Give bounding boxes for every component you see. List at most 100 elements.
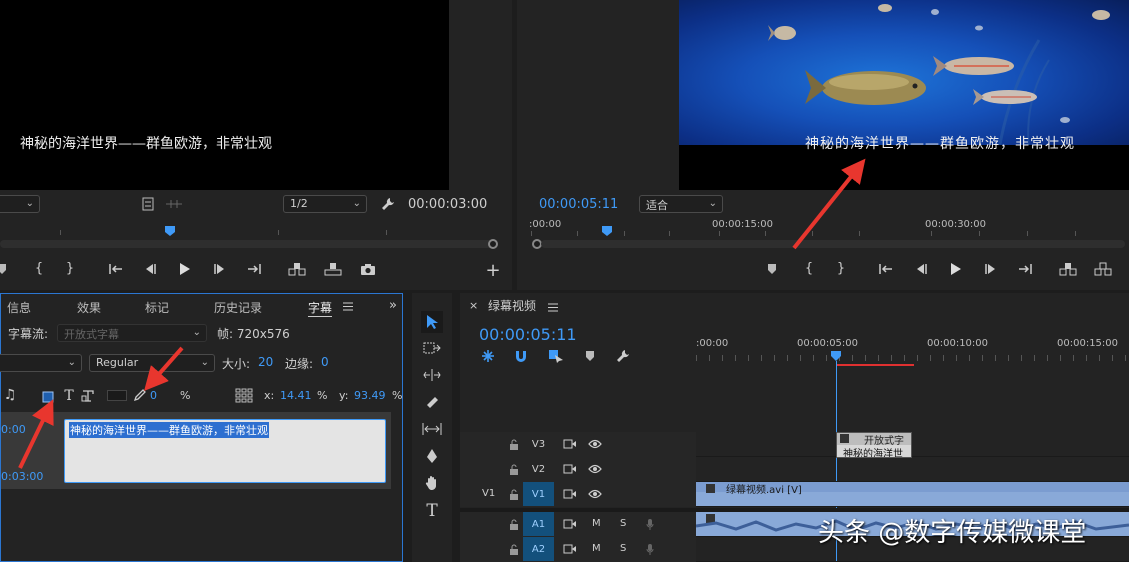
sync-lock-icon[interactable] [562, 518, 576, 530]
play-icon[interactable] [948, 261, 964, 277]
source-playhead-icon[interactable] [163, 224, 177, 238]
razor-tool-icon[interactable] [421, 392, 443, 412]
eye-icon[interactable] [588, 463, 602, 475]
marker-icon[interactable] [0, 262, 8, 276]
program-video-frame[interactable]: 神秘的海洋世界——群鱼欧游，非常壮观 [679, 0, 1129, 190]
tab-history[interactable]: 历史记录 [214, 299, 262, 316]
mark-in-icon[interactable]: { [33, 260, 45, 276]
solo-button[interactable]: S [620, 518, 626, 529]
overwrite-icon[interactable] [323, 261, 343, 277]
lock-icon[interactable] [508, 463, 520, 475]
go-to-in-icon[interactable] [877, 262, 895, 276]
caption-text-editor[interactable]: 神秘的海洋世界——群鱼欧游，非常壮观 [64, 419, 386, 483]
selection-tool-icon[interactable] [421, 311, 443, 333]
hand-tool-icon[interactable] [421, 473, 443, 493]
source-time-ruler[interactable] [0, 224, 500, 240]
caption-clip[interactable]: 开放式字 神秘的海洋世 [836, 432, 912, 458]
step-back-icon[interactable] [913, 262, 929, 276]
slip-tool-icon[interactable] [421, 419, 443, 439]
music-note-icon[interactable]: ♫ [3, 387, 17, 403]
track-label[interactable]: A2 [523, 537, 554, 561]
lift-icon[interactable] [1058, 261, 1078, 277]
sync-lock-icon[interactable] [562, 438, 576, 450]
source-resolution-dropdown[interactable]: 1/2 ⌄ [283, 195, 367, 213]
lock-icon[interactable] [508, 543, 520, 555]
video-clip[interactable]: 绿幕视频.avi [V] [696, 482, 1129, 506]
go-to-in-icon[interactable] [107, 262, 125, 276]
close-sequence-icon[interactable]: × [469, 299, 478, 312]
microphone-icon[interactable] [644, 542, 656, 556]
program-zoom-dropdown[interactable]: 适合 ⌄ [639, 195, 723, 213]
font-family-dropdown[interactable]: ⌄ [0, 354, 82, 372]
wrench-icon[interactable] [380, 196, 396, 212]
caption-list-row[interactable]: 0:00 0:03:00 神秘的海洋世界——群鱼欧游，非常壮观 [1, 412, 391, 489]
linked-selection-icon[interactable] [547, 348, 565, 364]
lock-icon[interactable] [508, 518, 520, 530]
add-marker-icon[interactable] [584, 349, 596, 363]
mark-out-icon[interactable]: } [64, 260, 76, 276]
sync-lock-icon[interactable] [562, 543, 576, 555]
track-label[interactable]: V1 [523, 482, 554, 506]
go-to-out-icon[interactable] [245, 262, 263, 276]
program-playhead-icon[interactable] [600, 224, 614, 238]
panel-menu-icon[interactable] [342, 300, 354, 312]
snap-magnet-icon[interactable] [513, 348, 529, 364]
track-select-tool-icon[interactable] [421, 338, 443, 358]
font-style-dropdown[interactable]: Regular ⌄ [89, 354, 215, 372]
tab-effects[interactable]: 效果 [77, 299, 101, 316]
type-tool-icon[interactable]: T [421, 500, 443, 522]
nest-toggle-icon[interactable] [480, 348, 496, 364]
caption-in-time[interactable]: 0:00 [1, 423, 26, 436]
position-grid-icon[interactable] [234, 387, 254, 405]
microphone-icon[interactable] [644, 517, 656, 531]
eye-icon[interactable] [588, 438, 602, 450]
program-playhead-timecode[interactable]: 00:00:05:11 [539, 197, 618, 212]
text-color-icon[interactable]: T [62, 388, 76, 404]
extract-icon[interactable] [1093, 261, 1113, 277]
step-forward-icon[interactable] [212, 262, 228, 276]
text-edge-icon[interactable] [80, 388, 96, 404]
marker-icon[interactable] [766, 262, 778, 276]
solo-button[interactable]: S [620, 543, 626, 554]
export-frame-icon[interactable] [359, 261, 377, 277]
eye-icon[interactable] [588, 488, 602, 500]
step-back-icon[interactable] [142, 262, 158, 276]
source-patch-label[interactable]: V1 [482, 488, 495, 499]
play-icon[interactable] [177, 261, 193, 277]
lock-icon[interactable] [508, 438, 520, 450]
background-color-icon[interactable] [41, 390, 55, 404]
timeline-settings-icon[interactable] [615, 348, 631, 364]
add-button-icon[interactable]: + [485, 260, 501, 281]
lock-icon[interactable] [508, 488, 520, 500]
tab-captions[interactable]: 字幕 [308, 299, 333, 317]
source-zoom-scrollbar[interactable] [0, 240, 496, 248]
sequence-tab[interactable]: 绿幕视频 [488, 297, 536, 314]
y-value[interactable]: 93.49 [354, 389, 386, 402]
track-label[interactable]: V3 [523, 432, 554, 456]
tab-markers[interactable]: 标记 [145, 299, 169, 316]
work-area-bar[interactable] [836, 364, 914, 366]
timeline-timecode[interactable]: 00:00:05:11 [479, 325, 577, 344]
timeline-ruler[interactable]: :00:00 00:00:05:00 00:00:10:00 00:00:15:… [696, 333, 1129, 365]
tab-info[interactable]: 信息 [7, 299, 31, 316]
caption-out-time[interactable]: 0:03:00 [1, 470, 43, 483]
font-size-value[interactable]: 20 [258, 355, 273, 369]
mark-in-icon[interactable]: { [803, 260, 815, 276]
track-label[interactable]: V2 [523, 457, 554, 481]
program-zoom-scrollbar[interactable] [541, 240, 1125, 248]
safe-margins-icon[interactable] [141, 196, 155, 212]
sync-lock-icon[interactable] [562, 463, 576, 475]
pen-tool-icon[interactable] [421, 446, 443, 466]
program-time-ruler[interactable]: :00:00 00:00:15:00 00:00:30:00 [529, 219, 1119, 238]
x-value[interactable]: 14.41 [280, 389, 312, 402]
sync-lock-icon[interactable] [562, 488, 576, 500]
source-scroll-handle[interactable] [488, 239, 498, 249]
sequence-menu-icon[interactable] [547, 301, 559, 313]
eyedropper-icon[interactable] [131, 388, 147, 404]
ripple-edit-tool-icon[interactable] [421, 365, 443, 385]
mute-button[interactable]: M [592, 518, 601, 529]
source-video-frame[interactable]: 神秘的海洋世界——群鱼欧游，非常壮观 [0, 0, 449, 190]
source-zoom-dropdown[interactable]: ⌄ [0, 195, 40, 213]
edge-value[interactable]: 0 [321, 355, 329, 369]
insert-icon[interactable] [287, 261, 307, 277]
